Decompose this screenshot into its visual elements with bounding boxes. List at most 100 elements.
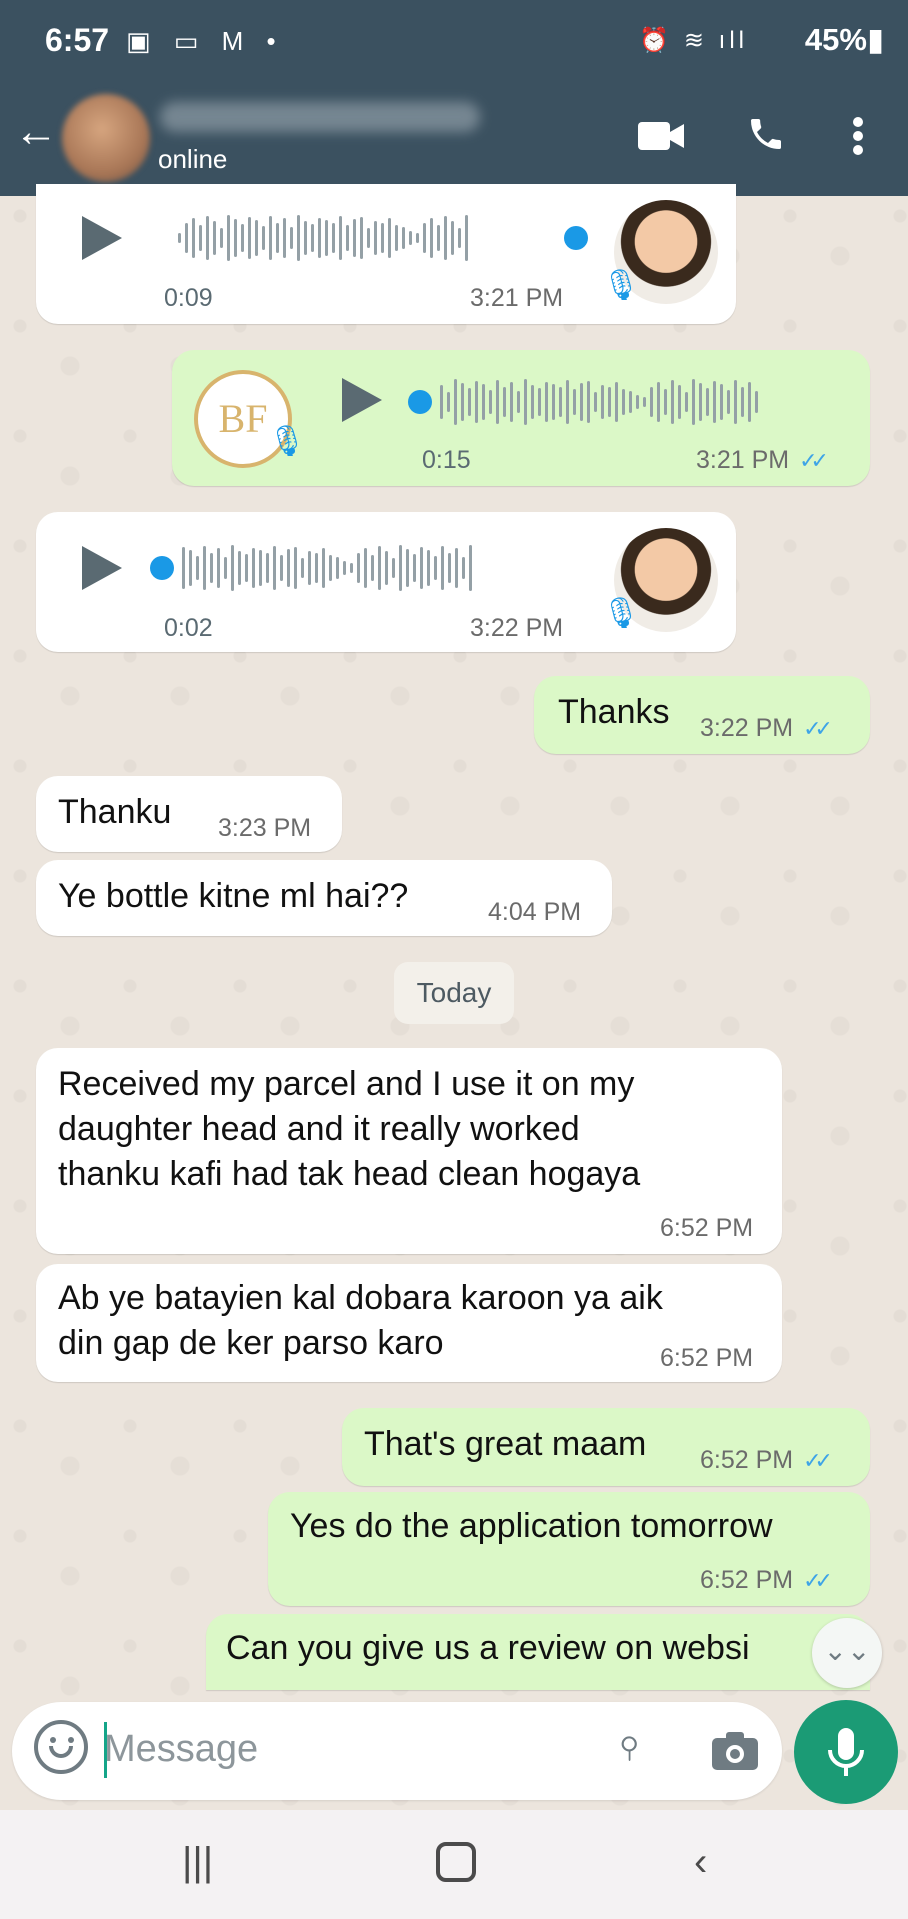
waveform-bar [332,223,335,253]
read-double-check-icon: ✓✓ [803,1448,833,1473]
outgoing-message[interactable]: Can you give us a review on websi [206,1614,870,1690]
incoming-message[interactable]: Received my parcel and I use it on my da… [36,1048,782,1254]
outgoing-message[interactable]: Yes do the application tomorrow 6:52 PM ✓… [268,1492,870,1606]
seek-knob[interactable] [150,556,174,580]
message-text-line: Ab ye batayien kal dobara karoon ya aik [58,1279,663,1317]
message-time: 6:52 PM [660,1214,754,1242]
waveform[interactable] [178,208,472,268]
back-arrow-icon[interactable]: ← [14,110,58,154]
waveform-bar [517,391,520,413]
scroll-to-bottom-icon[interactable]: ⌄⌄ [812,1618,882,1688]
waveform-bar [283,218,286,258]
waveform-bar [203,546,206,590]
message-input-bar[interactable]: Message ⌕ [12,1702,782,1800]
waveform-bar [643,397,646,407]
chat-header: ← online [0,86,908,196]
waveform-bar [448,553,451,583]
waveform-bar [392,558,395,578]
waveform-bar [580,383,583,421]
waveform-bar [475,381,478,423]
voice-message[interactable]: BF 🎙 0:15 3:21 PM ✓✓ [172,350,870,486]
message-text: Can you give us a review on websi [226,1629,750,1667]
microphone-icon [828,1728,864,1776]
waveform-bar [238,551,241,585]
waveform-bar [713,381,716,423]
waveform-bar [748,382,751,422]
mic-icon: 🎙 [602,597,641,630]
waveform-bar [308,551,311,585]
recent-apps-icon[interactable]: ||| [182,1840,213,1885]
waveform-bar [503,387,506,417]
outgoing-message[interactable]: Thanks 3:22 PM ✓✓ [534,676,870,754]
voice-record-button[interactable] [794,1700,898,1804]
waveform-bar [430,218,433,258]
camera-icon[interactable] [712,1730,758,1770]
waveform-bar [671,380,674,424]
waveform-bar [220,228,223,248]
waveform-bar [374,221,377,255]
waveform-bar [385,551,388,585]
waveform-bar [455,548,458,588]
waveform-bar [594,392,597,412]
message-text-line: din gap de ker parso karo [58,1324,444,1362]
message-text: Thanks [558,693,670,731]
waveform-bar [343,561,346,575]
waveform-bar [217,548,220,588]
back-nav-icon[interactable]: ‹ [694,1840,707,1885]
waveform[interactable] [440,372,762,432]
waveform-bar [468,388,471,416]
seek-knob[interactable] [408,390,432,414]
waveform-bar [531,385,534,419]
waveform-bar [280,555,283,581]
waveform-bar [329,555,332,581]
waveform-bar [566,380,569,424]
waveform-bar [196,556,199,580]
waveform-bar [199,225,202,251]
emoji-icon[interactable] [34,1720,88,1774]
contact-name-redacted[interactable] [160,102,480,132]
more-options-icon[interactable] [852,116,864,156]
waveform-bar [248,217,251,259]
waveform-bar [706,388,709,416]
read-double-check-icon: ✓✓ [799,448,829,473]
waveform-bar [206,216,209,260]
incoming-message[interactable]: Ye bottle kitne ml hai?? 4:04 PM [36,860,612,936]
voice-duration: 0:15 [422,446,471,474]
incoming-message[interactable]: Thanku 3:23 PM [36,776,342,852]
message-time: 3:21 PM [470,284,564,312]
waveform-bar [353,219,356,257]
waveform-bar [469,545,472,591]
waveform-bar [734,380,737,424]
incoming-message[interactable]: Ab ye batayien kal dobara karoon ya aik … [36,1264,782,1382]
seek-knob[interactable] [564,226,588,250]
play-icon[interactable] [342,378,382,422]
phone-icon[interactable] [746,114,786,154]
waveform-bar [664,389,667,415]
waveform-bar [416,233,419,243]
waveform-bar [371,555,374,581]
waveform-bar [245,554,248,582]
voice-message[interactable]: 0:09 3:21 PM 🎙 [36,184,736,324]
waveform-bar [636,395,639,409]
waveform-bar [552,384,555,420]
outgoing-message[interactable]: That's great maam 6:52 PM ✓✓ [342,1408,870,1486]
waveform-bar [720,384,723,420]
message-input[interactable]: Message [104,1728,258,1771]
waveform[interactable] [182,538,476,598]
attach-paperclip-icon[interactable]: ⌕ [602,1717,655,1770]
waveform-bar [458,228,461,248]
waveform-bar [447,392,450,412]
waveform-bar [692,379,695,425]
waveform-bar [266,553,269,583]
waveform-bar [650,387,653,417]
message-time: 3:22 PM [470,614,564,642]
waveform-bar [699,383,702,421]
home-icon[interactable] [436,1842,476,1882]
waveform-bar [657,382,660,422]
video-call-icon[interactable] [638,120,684,152]
play-icon[interactable] [82,216,122,260]
voice-message[interactable]: 0:02 3:22 PM 🎙 [36,512,736,652]
play-icon[interactable] [82,546,122,590]
contact-avatar[interactable] [62,94,150,182]
waveform-bar [178,233,181,243]
